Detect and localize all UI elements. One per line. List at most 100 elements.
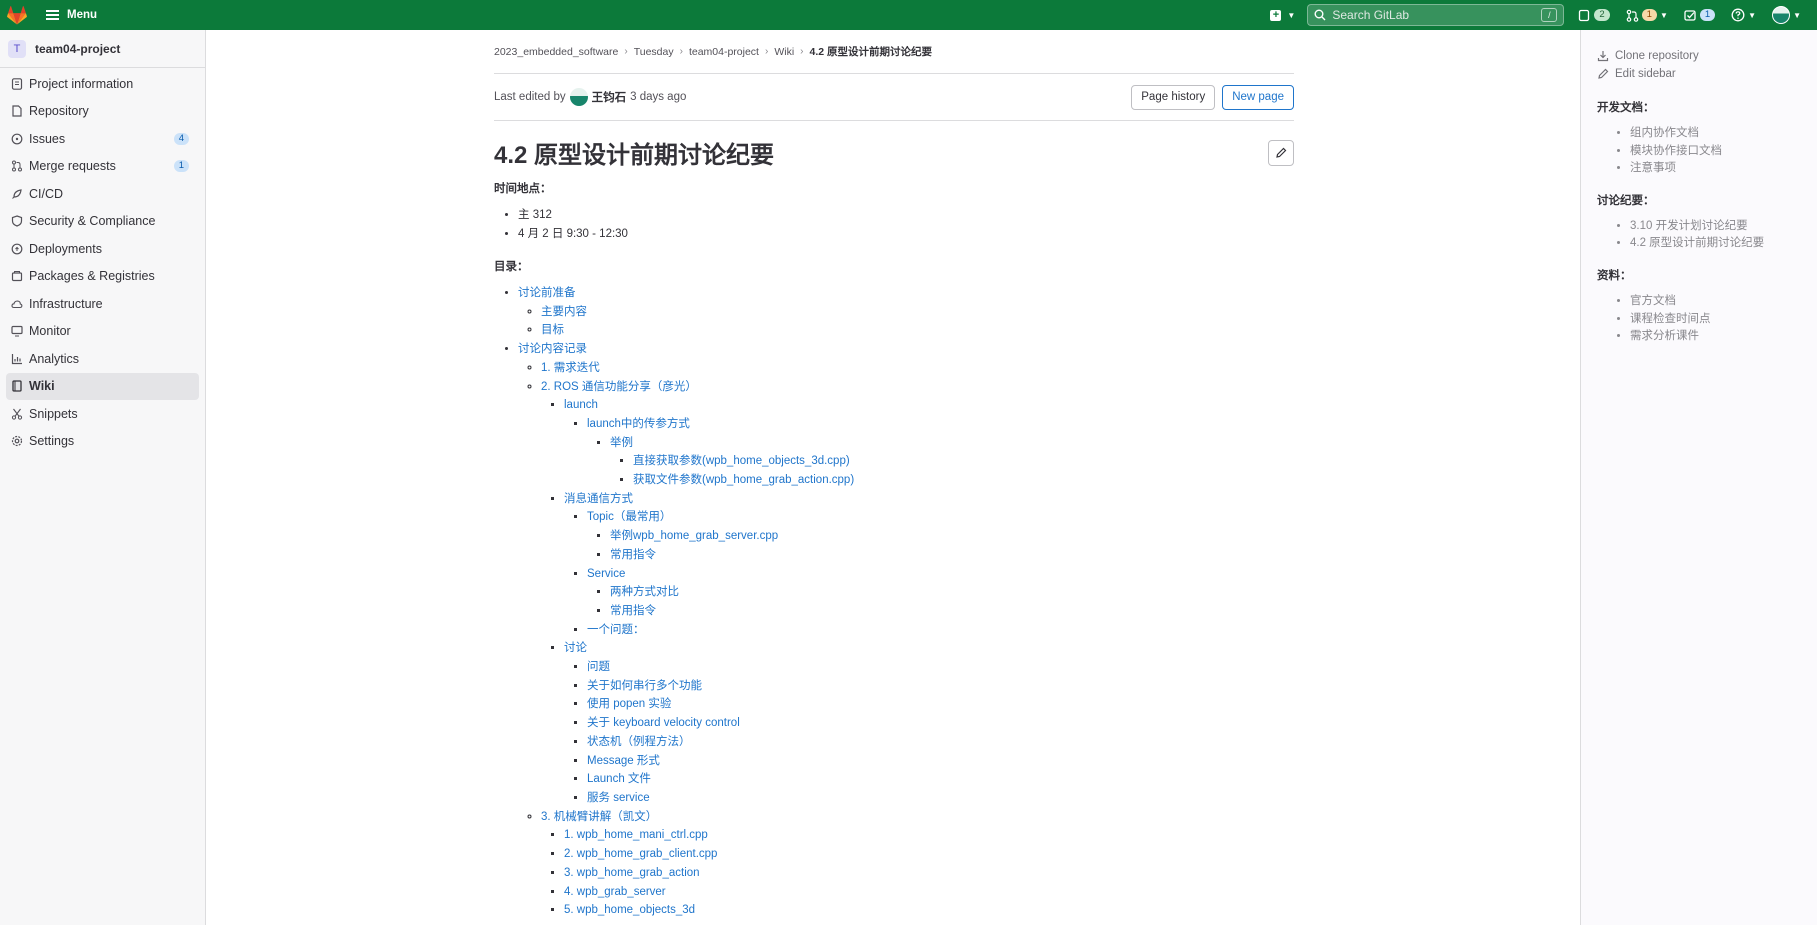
todo-icon xyxy=(1684,9,1696,21)
toc-link[interactable]: 讨论内容记录 xyxy=(518,343,587,355)
help-nav[interactable]: ▼ xyxy=(1731,8,1756,22)
sidebar-item-deployments[interactable]: Deployments xyxy=(0,235,205,263)
toc-link[interactable]: 3. wpb_home_grab_action xyxy=(564,867,700,879)
sidebar-link[interactable]: 3.10 开发计划讨论纪要 xyxy=(1630,218,1817,236)
menu-button[interactable]: Menu xyxy=(46,8,97,22)
breadcrumb-link[interactable]: 2023_embedded_software xyxy=(494,46,618,58)
package-icon xyxy=(10,270,24,282)
sidebar-section-list: 3.10 开发计划讨论纪要 4.2 原型设计前期讨论纪要 xyxy=(1630,218,1817,253)
search-box[interactable]: / xyxy=(1307,4,1565,26)
gear-icon xyxy=(10,435,24,447)
toc-link[interactable]: Topic（最常用） xyxy=(587,511,671,523)
sidebar-item-issues[interactable]: Issues 4 xyxy=(0,125,205,153)
toc-link[interactable]: 服务 service xyxy=(587,792,650,804)
sidebar-item-merge-requests[interactable]: Merge requests 1 xyxy=(0,153,205,181)
sidebar-item-label: Issues xyxy=(29,131,66,146)
toc-link[interactable]: launch中的传参方式 xyxy=(587,418,690,430)
toc-link[interactable]: 消息通信方式 xyxy=(564,493,633,505)
toc-link[interactable]: 状态机（例程方法） xyxy=(587,736,691,748)
toc-link[interactable]: 问题 xyxy=(587,661,610,673)
page-title: 4.2 原型设计前期讨论纪要 xyxy=(494,142,775,169)
toc-link[interactable]: 1. wpb_home_mani_ctrl.cpp xyxy=(564,829,708,841)
toc-link[interactable]: 直接获取参数(wpb_home_objects_3d.cpp) xyxy=(633,455,850,467)
sidebar-item-settings[interactable]: Settings xyxy=(0,428,205,456)
sidebar-link[interactable]: 需求分析课件 xyxy=(1630,328,1817,346)
sidebar-item-label: Settings xyxy=(29,434,75,449)
toc-link[interactable]: Launch 文件 xyxy=(587,773,651,785)
toc-link[interactable]: 5. wpb_home_objects_3d xyxy=(564,904,695,916)
toc-link[interactable]: 主要内容 xyxy=(541,306,587,318)
toc-link[interactable]: 目标 xyxy=(541,324,564,336)
time-list: 主 312 4 月 2 日 9:30 - 12:30 xyxy=(518,206,1294,244)
sidebar-item-wiki[interactable]: Wiki xyxy=(6,372,199,400)
table-of-contents: 讨论前准备 主要内容 目标 讨论内容记录 1. 需求迭代 2. ROS 通信功能… xyxy=(518,284,1294,920)
toc-link[interactable]: 讨论 xyxy=(564,642,587,654)
toc-link[interactable]: 关于 keyboard velocity control xyxy=(587,717,740,729)
sidebar-item-label: Repository xyxy=(29,104,89,119)
sidebar-item-packages[interactable]: Packages & Registries xyxy=(0,263,205,291)
toc-link[interactable]: 2. wpb_home_grab_client.cpp xyxy=(564,848,717,860)
toc-link[interactable]: 使用 popen 实验 xyxy=(587,698,671,710)
search-icon xyxy=(1314,9,1326,21)
toc-link[interactable]: 常用指令 xyxy=(610,605,656,617)
search-input[interactable] xyxy=(1332,8,1542,22)
sidebar-item-monitor[interactable]: Monitor xyxy=(0,318,205,346)
toc-link[interactable]: 常用指令 xyxy=(610,549,656,561)
breadcrumb-link[interactable]: Tuesday xyxy=(634,46,674,58)
edit-page-button[interactable] xyxy=(1268,139,1294,166)
edited-prefix: Last edited by xyxy=(494,91,566,103)
sidebar-item-repository[interactable]: Repository xyxy=(0,98,205,126)
page-history-button[interactable]: Page history xyxy=(1131,84,1216,110)
toc-link[interactable]: 举例 xyxy=(610,437,633,449)
toc-link[interactable]: 1. 需求迭代 xyxy=(541,362,600,374)
toc-link[interactable]: 2. ROS 通信功能分享（彦光） xyxy=(541,381,697,393)
toc-link[interactable]: launch xyxy=(564,399,598,411)
editor-name[interactable]: 王钧石 xyxy=(592,89,627,105)
toc-link[interactable]: Message 形式 xyxy=(587,755,660,767)
issues-badge: 4 xyxy=(173,132,189,145)
issues-nav[interactable]: 2 xyxy=(1578,9,1610,22)
project-header[interactable]: T team04-project xyxy=(0,30,205,68)
sidebar-link[interactable]: 4.2 原型设计前期讨论纪要 xyxy=(1630,235,1817,253)
sidebar-item-project-information[interactable]: Project information xyxy=(0,70,205,98)
sidebar-link[interactable]: 官方文档 xyxy=(1630,293,1817,311)
toc-link[interactable]: 两种方式对比 xyxy=(610,586,679,598)
toc-heading: 目录： xyxy=(494,261,529,273)
toc-link[interactable]: 关于如何串行多个功能 xyxy=(587,680,702,692)
breadcrumb-link[interactable]: team04-project xyxy=(689,46,759,58)
clone-repository-link[interactable]: Clone repository xyxy=(1597,47,1817,65)
merge-request-icon xyxy=(10,160,24,172)
toc-link[interactable]: 获取文件参数(wpb_home_grab_action.cpp) xyxy=(633,474,854,486)
user-menu[interactable]: ▼ xyxy=(1772,6,1801,24)
sidebar-link[interactable]: 课程检查时间点 xyxy=(1630,311,1817,329)
toc-link[interactable]: 讨论前准备 xyxy=(518,287,576,299)
breadcrumb-link[interactable]: Wiki xyxy=(774,46,794,58)
new-page-button[interactable]: New page xyxy=(1222,84,1294,110)
sidebar-item-label: Infrastructure xyxy=(29,296,103,311)
project-name: team04-project xyxy=(35,41,121,56)
sidebar-link[interactable]: 组内协作文档 xyxy=(1630,125,1817,143)
sidebar-item-cicd[interactable]: CI/CD xyxy=(0,180,205,208)
toc-link[interactable]: 3. 机械臂讲解（凯文） xyxy=(541,811,657,823)
toc-link[interactable]: 举例wpb_home_grab_server.cpp xyxy=(610,530,778,542)
sidebar-item-infrastructure[interactable]: Infrastructure xyxy=(0,290,205,318)
sidebar-item-label: Monitor xyxy=(29,324,71,339)
sidebar-item-security[interactable]: Security & Compliance xyxy=(0,208,205,236)
avatar[interactable] xyxy=(569,88,588,106)
todos-nav[interactable]: 1 xyxy=(1684,9,1716,22)
edited-time: 3 days ago xyxy=(630,91,687,103)
breadcrumb-current: 4.2 原型设计前期讨论纪要 xyxy=(809,46,933,58)
toc-link[interactable]: Service xyxy=(587,568,625,580)
sidebar-item-snippets[interactable]: Snippets xyxy=(0,400,205,428)
sidebar-link[interactable]: 模块协作接口文档 xyxy=(1630,143,1817,161)
create-new-button[interactable]: + ▼ xyxy=(1270,9,1295,21)
edit-sidebar-link[interactable]: Edit sidebar xyxy=(1597,65,1817,83)
toc-link[interactable]: 4. wpb_grab_server xyxy=(564,886,666,898)
toc-link[interactable]: 一个问题： xyxy=(587,624,645,636)
merge-requests-nav[interactable]: 1 ▼ xyxy=(1626,9,1668,22)
sidebar-item-analytics[interactable]: Analytics xyxy=(0,345,205,373)
gitlab-logo-icon[interactable] xyxy=(0,0,34,30)
list-item: 4 月 2 日 9:30 - 12:30 xyxy=(518,225,1294,244)
rocket-icon xyxy=(10,188,24,200)
sidebar-link[interactable]: 注意事项 xyxy=(1630,160,1817,178)
